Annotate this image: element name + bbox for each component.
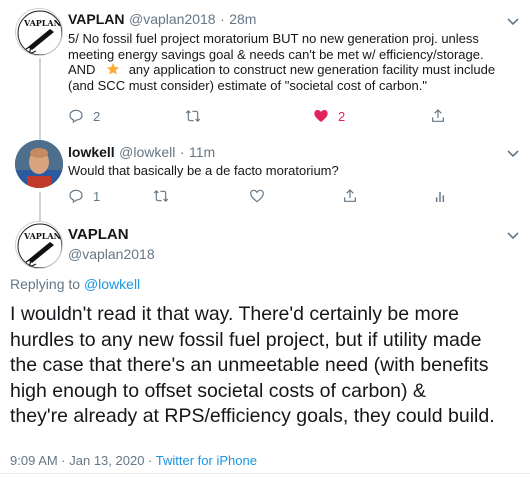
tweet-text: I wouldn't read it that way. There'd cer… bbox=[10, 303, 495, 427]
source-link[interactable]: Twitter for iPhone bbox=[156, 453, 257, 468]
replying-to: Replying to @lowkell bbox=[10, 276, 141, 292]
author-handle[interactable]: @vaplan2018 bbox=[68, 246, 155, 262]
user-photo-icon bbox=[15, 140, 63, 188]
replying-to-link[interactable]: @lowkell bbox=[84, 276, 140, 292]
svg-text:VAPLAN: VAPLAN bbox=[23, 18, 61, 28]
like-button[interactable] bbox=[249, 188, 265, 204]
star-emoji-icon bbox=[106, 62, 120, 75]
reply-icon bbox=[69, 109, 83, 124]
chevron-down-icon[interactable] bbox=[505, 227, 521, 243]
tweet-time[interactable]: 28m bbox=[229, 11, 256, 27]
avatar-vaplan[interactable]: VAPLAN bbox=[15, 8, 63, 56]
author-handle[interactable]: @lowkell bbox=[119, 144, 175, 160]
author-name[interactable]: VAPLAN bbox=[68, 226, 129, 243]
avatar-vaplan[interactable]: VAPLAN bbox=[15, 221, 63, 269]
share-button[interactable] bbox=[430, 108, 446, 124]
timestamp[interactable]: 9:09 AM · Jan 13, 2020 · bbox=[10, 453, 152, 468]
share-button[interactable] bbox=[342, 188, 358, 204]
tweet-text: Would that basically be a de facto morat… bbox=[68, 163, 339, 178]
tweet-vaplan-1[interactable]: VAPLAN VAPLAN @vaplan2018 · 28m 5/ No fo… bbox=[0, 0, 530, 140]
heart-icon bbox=[250, 189, 264, 203]
tweet-text: 5/ No fossil fuel project moratorium BUT… bbox=[68, 31, 496, 93]
main-tweet: VAPLAN VAPLAN @vaplan2018 Replying to @l… bbox=[0, 208, 530, 477]
separator-dot: · bbox=[220, 11, 225, 27]
retweet-button[interactable] bbox=[185, 108, 201, 124]
tweet-actions: 1 bbox=[68, 188, 523, 208]
thread-line bbox=[39, 58, 41, 140]
like-count: 2 bbox=[338, 108, 346, 124]
separator-dot: · bbox=[179, 144, 185, 160]
tweet-lowkell[interactable]: lowkell @lowkell · 11m Would that basica… bbox=[0, 140, 530, 234]
author-handle[interactable]: @vaplan2018 bbox=[129, 11, 216, 27]
reply-count: 1 bbox=[93, 188, 101, 204]
avatar-lowkell[interactable] bbox=[15, 140, 63, 188]
reply-button[interactable]: 2 bbox=[68, 108, 100, 124]
svg-text:VAPLAN: VAPLAN bbox=[23, 231, 61, 241]
bottom-divider bbox=[0, 473, 530, 474]
reply-button[interactable]: 1 bbox=[68, 188, 100, 204]
heart-filled-icon bbox=[314, 110, 328, 122]
share-icon bbox=[344, 189, 356, 202]
tweet-meta: 9:09 AM · Jan 13, 2020 · Twitter for iPh… bbox=[10, 453, 257, 468]
vaplan-pen-logo-icon: VAPLAN bbox=[17, 10, 62, 55]
tweet-time[interactable]: 11m bbox=[189, 144, 215, 160]
like-button[interactable]: 2 bbox=[313, 108, 345, 124]
chevron-down-icon[interactable] bbox=[505, 13, 521, 29]
chevron-down-icon[interactable] bbox=[505, 145, 521, 161]
retweet-icon bbox=[153, 190, 169, 202]
reply-count: 2 bbox=[93, 108, 101, 124]
retweet-icon bbox=[185, 110, 201, 122]
author-name[interactable]: lowkell bbox=[68, 144, 115, 160]
author-name[interactable]: VAPLAN bbox=[68, 11, 125, 27]
retweet-button[interactable] bbox=[153, 188, 169, 204]
analytics-button[interactable] bbox=[432, 188, 448, 204]
vaplan-pen-logo-icon: VAPLAN bbox=[17, 223, 62, 268]
analytics-icon bbox=[435, 192, 445, 202]
reply-icon bbox=[69, 189, 83, 204]
tweet-actions: 2 2 bbox=[68, 108, 523, 128]
share-icon bbox=[432, 109, 444, 122]
